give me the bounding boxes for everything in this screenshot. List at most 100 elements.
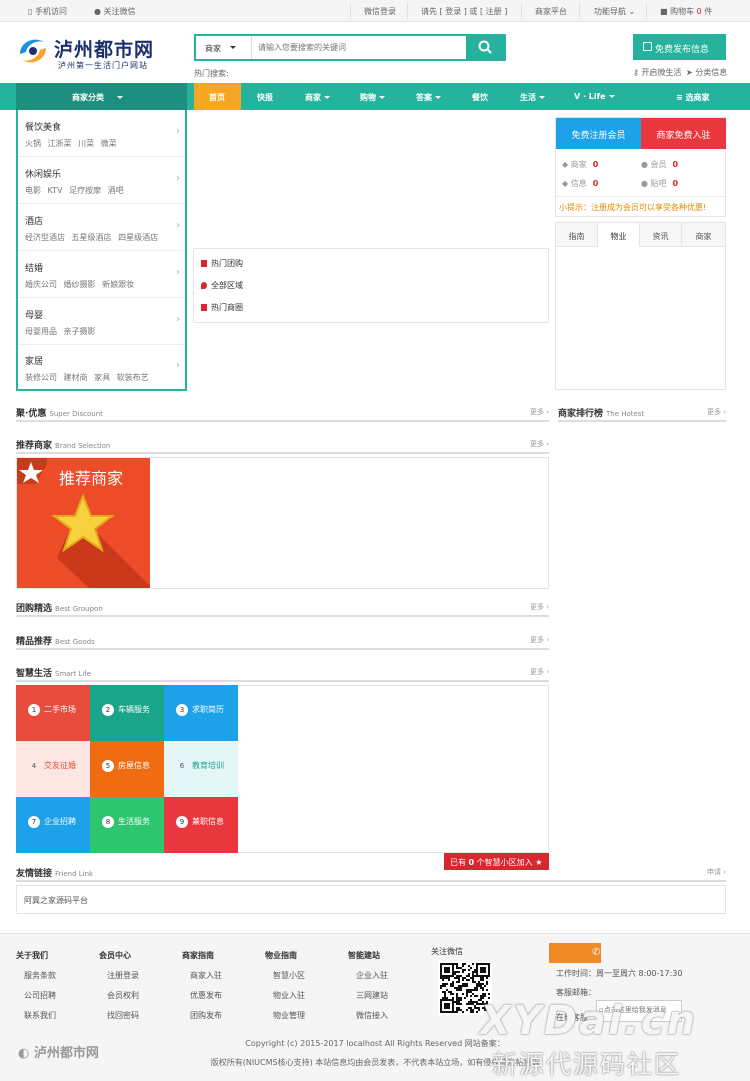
category-group[interactable]: 酒店 经济型酒店 五星级酒店 四星级酒店 › <box>18 204 185 251</box>
footer-link[interactable]: 商家入驻 <box>190 970 222 981</box>
nav-item-merchant[interactable]: 商家 <box>305 92 330 103</box>
tab-property[interactable]: 物业 <box>598 223 640 247</box>
search-category-select[interactable]: 商家 <box>196 36 252 59</box>
wechat-login-link[interactable]: 微信登录 <box>364 6 396 17</box>
publish-button[interactable]: 免费发布信息 <box>633 34 726 60</box>
member-tip: 小提示：注册成为会员可以享受各种优惠! <box>559 203 707 212</box>
map-marker-icon <box>201 282 207 289</box>
logo-icon: ◐ <box>18 1046 30 1061</box>
nav-select-merchant[interactable]: ≡ 选商家 <box>676 92 710 103</box>
tile-label: 教育培训 <box>192 761 224 770</box>
footer-link[interactable]: 找回密码 <box>107 1010 139 1021</box>
smart-tile[interactable]: 6 教育培训 <box>164 741 238 797</box>
category-group[interactable]: 休闲娱乐 电影 KTV 足疗按摩 酒吧 › <box>18 157 185 204</box>
register-member-button[interactable]: 免费注册会员 <box>556 118 641 149</box>
nav-item-dining[interactable]: 餐饮 <box>472 92 488 103</box>
site-logo-text[interactable]: 泸州都市网 <box>54 35 154 62</box>
nav-item-life[interactable]: 生活 <box>520 92 545 103</box>
footer-link[interactable]: 企业入驻 <box>356 970 388 981</box>
nav-item-answer[interactable]: 答案 <box>416 92 441 103</box>
site-slogan: 泸州第一生活门户网站 <box>58 61 148 70</box>
more-link[interactable]: 更多 › <box>707 407 726 417</box>
tile-label: 求职简历 <box>192 705 224 714</box>
member-panel: 免费注册会员 商家免费入驻 ◆ 商家 0 ● 会员 0 ◆ 信息 0 ● 贴吧 0 小提… <box>555 117 726 217</box>
chevron-right-icon: › <box>176 173 180 184</box>
chevron-right-icon: › <box>176 360 180 371</box>
smart-tile[interactable]: 9 兼职信息 <box>164 797 238 853</box>
smart-tile[interactable]: 2 车辆服务 <box>90 685 164 741</box>
caret-down-icon <box>608 94 615 101</box>
register-link[interactable]: 注册 <box>486 7 502 16</box>
section-friend: 友情链接 Friend Link 申请 › <box>16 866 726 882</box>
footer-link[interactable]: 公司招聘 <box>24 990 56 1001</box>
friend-link[interactable]: 阿冀之家源码平台 <box>24 895 88 906</box>
footer-link[interactable]: 智慧小区 <box>273 970 305 981</box>
smart-tile[interactable]: 4 交友征婚 <box>16 741 90 797</box>
merchant-category-button[interactable]: 商家分类 <box>16 83 187 110</box>
smart-tile[interactable]: 8 生活服务 <box>90 797 164 853</box>
category-group[interactable]: 母婴 母婴用品 亲子摄影 › <box>18 298 185 345</box>
work-time: 工作时间：周一至周六 8:00-17:30 <box>556 969 683 978</box>
more-link[interactable]: 更多 › <box>530 667 549 677</box>
hot-groupon-link[interactable]: 热门团购 <box>201 258 243 269</box>
stat-merchant: ◆ 商家 0 <box>562 160 599 169</box>
more-link[interactable]: 更多 › <box>530 439 549 449</box>
footer-link[interactable]: 优惠发布 <box>190 990 222 1001</box>
category-group[interactable]: 餐饮美食 火锅 江浙菜 川菜 微菜 › <box>18 110 185 157</box>
smart-tile[interactable]: 5 房屋信息 <box>90 741 164 797</box>
footer-link[interactable]: 服务条款 <box>24 970 56 981</box>
key-icon: ⚷ <box>633 68 639 77</box>
phone-icon: ▯ <box>28 7 33 16</box>
tab-guide[interactable]: 指南 <box>556 223 598 247</box>
section-smart: 智慧生活 Smart Life 更多 › <box>16 666 549 682</box>
nav-item-vlife[interactable]: V · Life <box>574 92 615 101</box>
tile-label: 车辆服务 <box>118 705 150 714</box>
merchant-platform-link[interactable]: 商家平台 <box>535 6 567 17</box>
nav-item-news[interactable]: 快报 <box>257 92 273 103</box>
footer-link[interactable]: 物业管理 <box>273 1010 305 1021</box>
smart-tile[interactable]: 1 二手市场 <box>16 685 90 741</box>
nav-menu-dropdown[interactable]: 功能导航 ⌄ <box>594 6 635 17</box>
top-bar: ▯ 手机访问 ● 关注微信 微信登录 请先 [ 登录 ] 或 [ 注册 ] 商家… <box>0 0 750 22</box>
wechat-icon: ● <box>94 7 101 16</box>
more-link[interactable]: 更多 › <box>530 407 549 417</box>
footer-link[interactable]: 注册登录 <box>107 970 139 981</box>
smart-tile[interactable]: 7 企业招聘 <box>16 797 90 853</box>
hot-districts-link[interactable]: 热门商圈 <box>201 302 243 313</box>
search-input[interactable] <box>254 36 466 59</box>
tile-number: 2 <box>102 704 114 716</box>
merchant-join-button[interactable]: 商家免费入驻 <box>641 118 726 149</box>
mobile-link[interactable]: ▯ 手机访问 <box>28 6 67 17</box>
apply-link[interactable]: 申请 › <box>707 867 726 877</box>
category-group[interactable]: 结婚 婚庆公司 婚纱摄影 新娘跟妆 › <box>18 251 185 298</box>
nav-item-home[interactable]: 首页 <box>209 92 225 103</box>
login-link[interactable]: 登录 <box>445 7 461 16</box>
footer-link[interactable]: 联系我们 <box>24 1010 56 1021</box>
footer-link[interactable]: 微信接入 <box>356 1010 388 1021</box>
footer-link[interactable]: 团购发布 <box>190 1010 222 1021</box>
footer-col: 会员中心 注册登录 会员权利 找回密码 <box>99 951 139 1021</box>
edit-icon <box>643 42 652 51</box>
caret-down-icon <box>230 46 236 52</box>
category-group[interactable]: 家居 装修公司 建材商 家具 软装布艺 › <box>18 344 185 391</box>
tab-news[interactable]: 资讯 <box>640 223 682 247</box>
footer-logo: ◐ 泸州都市网 <box>18 1046 99 1061</box>
cart-link[interactable]: ■ 购物车 0 件 <box>660 6 712 17</box>
more-link[interactable]: 更多 › <box>530 602 549 612</box>
tile-number: 8 <box>102 816 114 828</box>
all-areas-link[interactable]: 全部区域 <box>201 280 243 291</box>
footer-link[interactable]: 会员权利 <box>107 990 139 1001</box>
open-micro-life-link[interactable]: ⚷ 开启微生活 <box>633 67 681 78</box>
nav-item-shopping[interactable]: 购物 <box>360 92 385 103</box>
tab-merchant[interactable]: 商家 <box>682 223 725 247</box>
wechat-link[interactable]: ● 关注微信 <box>94 6 136 17</box>
send-icon: ➤ <box>686 68 693 77</box>
tile-number: 4 <box>31 762 37 770</box>
logo-icon[interactable] <box>16 34 50 68</box>
search-button[interactable] <box>466 36 504 59</box>
smart-tile[interactable]: 3 求职简历 <box>164 685 238 741</box>
footer-link[interactable]: 三网建站 <box>356 990 388 1001</box>
more-link[interactable]: 更多 › <box>530 635 549 645</box>
classified-link[interactable]: ➤ 分类信息 <box>686 67 727 78</box>
footer-link[interactable]: 物业入驻 <box>273 990 305 1001</box>
